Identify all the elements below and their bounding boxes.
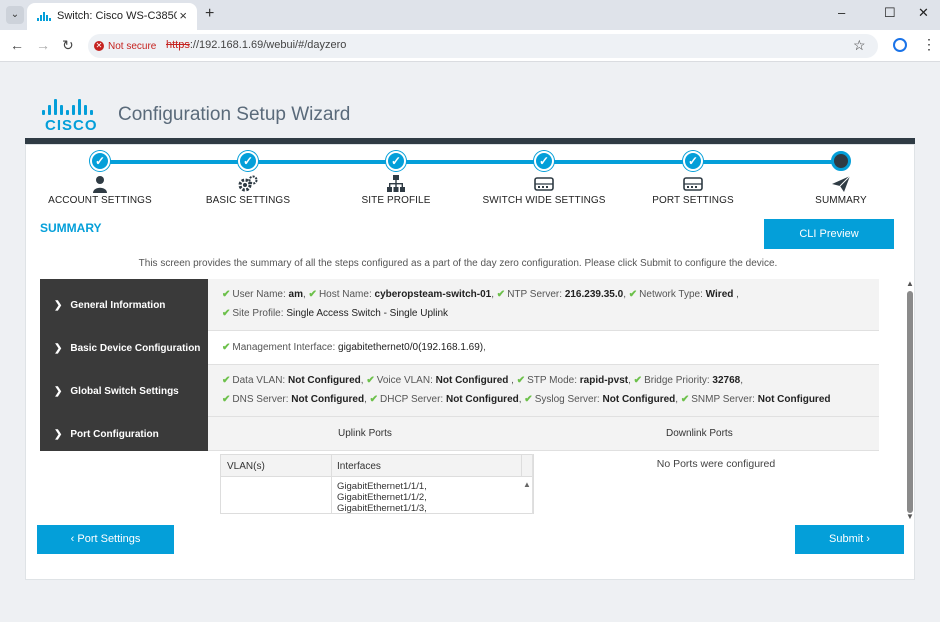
url-text[interactable]: https://192.168.1.69/webui/#/dayzero	[166, 39, 346, 51]
uplink-ports-label: Uplink Ports	[338, 428, 392, 439]
sitemap-icon	[321, 174, 471, 194]
step-basic-settings[interactable]: ✓ BASIC SETTINGS	[173, 151, 323, 206]
check-icon: ✓	[238, 151, 258, 171]
downlink-empty-text: No Ports were configured	[656, 458, 776, 470]
section-details: ✔ Management Interface: gigabitethernet0/…	[208, 331, 879, 365]
section-header[interactable]: ❯ Port Configuration	[40, 417, 208, 451]
scroll-down-arrow-icon[interactable]: ▼	[906, 512, 914, 521]
scroll-up-arrow-icon[interactable]: ▲	[523, 480, 531, 489]
interfaces-column-header[interactable]: Interfaces	[337, 461, 381, 472]
step-site-profile[interactable]: ✓ SITE PROFILE	[321, 151, 471, 206]
global-switch-settings-row: ❯ Global Switch Settings ✔ Data VLAN: Not …	[40, 365, 879, 417]
page-title: Configuration Setup Wizard	[118, 104, 351, 125]
chevron-right-icon: ❯	[54, 342, 63, 354]
step-summary[interactable]: SUMMARY	[766, 151, 916, 206]
port-settings-back-button[interactable]: ‹ Port Settings	[37, 525, 174, 554]
gears-icon	[173, 174, 323, 194]
close-window-button[interactable]: ✕	[918, 5, 929, 21]
wizard-panel: ✓ ACCOUNT SETTINGS ✓ BASIC SETTINGS ✓ SI…	[25, 144, 915, 580]
step-switch-wide-settings[interactable]: ✓ SWITCH WIDE SETTINGS	[469, 151, 619, 206]
general-information-row: ❯ General Information ✔ User Name: am, ✔ Ho…	[40, 279, 879, 331]
switch-icon	[469, 174, 619, 194]
section-details: ✔ Data VLAN: Not Configured, ✔ Voice VLAN:…	[208, 365, 879, 417]
address-bar[interactable]: ✕ Not secure https://192.168.1.69/webui/…	[88, 34, 878, 58]
tab-title: Switch: Cisco WS-C3850-24T -	[57, 10, 177, 22]
cisco-favicon-icon	[37, 12, 51, 21]
switch-icon	[618, 174, 768, 194]
cli-preview-button[interactable]: CLI Preview	[764, 219, 894, 249]
current-step-icon	[831, 151, 851, 171]
section-header[interactable]: ❯ Global Switch Settings	[40, 365, 208, 417]
basic-device-configuration-row: ❯ Basic Device Configuration ✔ Management …	[40, 331, 879, 365]
bookmark-star-icon[interactable]: ☆	[853, 37, 866, 54]
reload-icon[interactable]: ↻	[62, 37, 74, 54]
tab-search-chevron-icon[interactable]: ⌄	[6, 6, 24, 24]
submit-button[interactable]: Submit ›	[795, 525, 904, 554]
check-icon: ✓	[90, 151, 110, 171]
check-icon: ✓	[683, 151, 703, 171]
warning-icon: ✕	[94, 41, 104, 51]
ports-header: Uplink Ports Downlink Ports	[208, 417, 879, 451]
section-header[interactable]: ❯ General Information	[40, 279, 208, 331]
section-details: ✔ User Name: am, ✔ Host Name: cyberopsteam…	[208, 279, 879, 331]
profile-icon[interactable]	[893, 38, 907, 52]
security-label: Not secure	[108, 40, 157, 52]
scrollbar-thumb[interactable]	[907, 291, 913, 513]
forward-arrow-icon[interactable]: →	[36, 37, 50, 53]
maximize-button[interactable]: ☐	[884, 5, 896, 21]
tab-close-icon[interactable]: ×	[179, 8, 187, 23]
summary-scroll-area[interactable]: ❯ General Information ✔ User Name: am, ✔ Ho…	[40, 279, 880, 514]
chevron-right-icon: ›	[863, 533, 870, 545]
table-header: VLAN(s) Interfaces	[221, 455, 533, 477]
scroll-up-arrow-icon[interactable]: ▲	[906, 279, 914, 288]
minimize-button[interactable]: –	[838, 5, 845, 20]
browser-menu-icon[interactable]: ⋮	[922, 36, 936, 53]
check-icon: ✓	[386, 151, 406, 171]
vlan-column-header[interactable]: VLAN(s)	[227, 461, 265, 472]
chevron-right-icon: ❯	[54, 428, 63, 440]
check-icon: ✓	[534, 151, 554, 171]
uplink-vlan-table: VLAN(s) Interfaces GigabitEthernet1/1/1,…	[220, 454, 534, 514]
section-header[interactable]: ❯ Basic Device Configuration	[40, 331, 208, 365]
summary-intro-text: This screen provides the summary of all …	[138, 258, 778, 269]
browser-tab-strip: ⌄ Switch: Cisco WS-C3850-24T - × + – ☐ ✕	[0, 0, 940, 30]
paper-plane-icon	[766, 174, 916, 194]
summary-scrollbar[interactable]: ▲	[906, 279, 914, 516]
downlink-ports-label: Downlink Ports	[666, 428, 733, 439]
security-chip[interactable]: ✕ Not secure	[94, 38, 156, 54]
cisco-logo: CISCO	[40, 99, 102, 134]
browser-tab[interactable]: Switch: Cisco WS-C3850-24T - ×	[27, 3, 197, 30]
browser-toolbar: ← → ↻ ✕ Not secure https://192.168.1.69/…	[0, 30, 940, 62]
user-icon	[25, 174, 175, 194]
chevron-right-icon: ❯	[54, 299, 63, 311]
new-tab-button[interactable]: +	[205, 5, 214, 23]
step-account-settings[interactable]: ✓ ACCOUNT SETTINGS	[25, 151, 175, 206]
page: CISCO Configuration Setup Wizard ✓ ACCOU…	[0, 63, 940, 622]
chevron-right-icon: ❯	[54, 385, 63, 397]
back-arrow-icon[interactable]: ←	[10, 37, 24, 53]
interfaces-cell: GigabitEthernet1/1/1, GigabitEthernet1/1…	[337, 481, 427, 514]
summary-heading: SUMMARY	[40, 221, 102, 235]
step-port-settings[interactable]: ✓ PORT SETTINGS	[618, 151, 768, 206]
